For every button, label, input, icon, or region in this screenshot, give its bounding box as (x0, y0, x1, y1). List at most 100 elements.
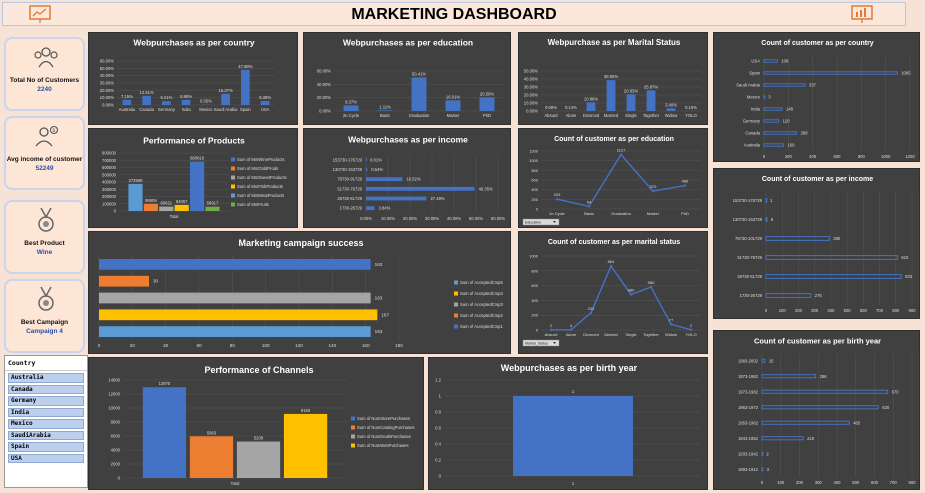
customers-icon (34, 47, 58, 68)
x-tick-label: USA (261, 107, 270, 112)
bar (761, 420, 850, 425)
data-label: 20.93% (624, 88, 638, 93)
bar (236, 441, 281, 478)
chart-title: Count of customer as per education (554, 136, 674, 143)
data-label: 16.01% (446, 94, 460, 99)
y-tick-label: 0.8 (435, 410, 441, 415)
slicer-item-australia[interactable]: Australia (8, 373, 84, 383)
data-label: 480 (628, 287, 635, 292)
chart-performance-channels: Performance of Channels 0 2000 4000 6000 8000… (88, 357, 424, 490)
data-point (651, 189, 655, 193)
bar (761, 451, 764, 456)
legend-swatch (231, 175, 235, 180)
data-label: 3 (768, 95, 771, 100)
x-tick-label: 200 (796, 480, 804, 485)
x-tick-label: 0 (98, 343, 101, 348)
chart-title: Webpurchases as per country (133, 38, 255, 48)
bar (190, 161, 205, 211)
bar (122, 99, 132, 105)
slicer-item-spain[interactable]: Spain (8, 442, 84, 452)
x-tick-label: 400 (827, 308, 835, 313)
kpi-value: 2240 (37, 86, 52, 93)
bar (162, 101, 171, 105)
bar (763, 95, 766, 99)
y-tick-label: 26730-51729 (737, 274, 762, 279)
chart-title: Webpurchases as per birth year (501, 363, 638, 373)
slicer-item-india[interactable]: India (8, 407, 84, 417)
bar (377, 110, 393, 111)
x-tick-label: 0 (765, 308, 768, 313)
data-point (689, 328, 693, 332)
y-tick-label: Canada (745, 131, 760, 136)
bar (765, 274, 902, 279)
x-tick-label: 160 (362, 343, 370, 348)
x-tick-label: 80 (230, 343, 236, 348)
bar (143, 203, 158, 211)
y-tick-label: 40.00% (100, 73, 114, 78)
x-tick-label: 10.00% (381, 216, 395, 221)
data-point (609, 264, 613, 268)
x-tick-label: Together (643, 113, 660, 118)
y-tick-label: 1000 (529, 254, 539, 259)
x-tick-label: 50.00% (469, 216, 483, 221)
data-label: 27.48% (430, 196, 444, 201)
data-point (555, 197, 559, 201)
slicer-item-canada[interactable]: Canada (8, 384, 84, 394)
x-tick-label: 300 (815, 480, 823, 485)
data-label: 620 (882, 405, 890, 410)
slicer-item-usa[interactable]: USA (8, 453, 84, 463)
x-tick-label: Absurd (544, 113, 558, 118)
bar (241, 69, 250, 105)
y-tick-label: 6000 (111, 434, 121, 439)
bar (343, 105, 359, 111)
slicer-item-saudiarabia[interactable]: SaudiArabia (8, 430, 84, 440)
data-label: 2 (550, 323, 553, 328)
y-tick-label: Mexico (747, 95, 761, 100)
chart-performance-products: Performance of Products 0 100000 200000 3000… (88, 128, 298, 228)
data-label: 0.08% (545, 105, 557, 110)
kpi-value: Campaign 4 (26, 328, 63, 335)
x-tick-label: Total (170, 214, 179, 219)
legend-label: Sum of MntWineProducts (237, 157, 284, 162)
legend-label: Sum of AcceptedCmp3 (460, 302, 503, 307)
legend-swatch (231, 202, 235, 207)
x-tick-label: Absurd (545, 332, 558, 337)
x-tick-label: 60.00% (491, 216, 505, 221)
y-tick-label: 8000 (111, 420, 121, 425)
slicer-item-germany[interactable]: Germany (8, 396, 84, 406)
y-tick-label: 60.00% (100, 59, 114, 64)
bar (761, 405, 879, 410)
slicer-item-mexico[interactable]: Mexico (8, 419, 84, 429)
data-label: 12.61% (140, 90, 154, 95)
legend-swatch (454, 313, 458, 318)
bar (586, 102, 596, 111)
country-slicer: Country Australia Canada Germany India M… (4, 355, 88, 488)
x-tick-label: Germany (158, 107, 176, 112)
chart-count-country: Count of customer as per country 0 200 400 6… (713, 32, 920, 162)
y-tick-label: 0 (439, 474, 442, 479)
x-tick-label: PhD (483, 113, 491, 118)
chart-campaign-success: Marketing campaign success 0 20 40 60 80 100 12… (88, 231, 511, 354)
legend-swatch (351, 443, 355, 448)
bar (666, 108, 676, 111)
data-label: 84057 (176, 199, 188, 204)
y-tick-label: 130730-153729 (733, 217, 763, 222)
bar (366, 177, 403, 182)
x-tick-label: 20.00% (403, 216, 417, 221)
data-label: 670 (892, 389, 900, 394)
data-label: 163 (375, 329, 383, 334)
y-tick-label: 30.00% (524, 85, 538, 90)
y-tick-label: 700000 (102, 158, 117, 163)
legend-label: Sum of AcceptedCmp2 (460, 313, 503, 318)
x-tick-label: India (182, 107, 192, 112)
data-label: 1127 (617, 148, 626, 153)
y-tick-label: 0 (536, 328, 539, 333)
data-label: 680816 (190, 156, 205, 161)
x-tick-label: 40 (163, 343, 169, 348)
x-tick-label: 60 (196, 343, 202, 348)
y-tick-label: 1730-26729 (740, 293, 763, 298)
data-label: 77 (669, 317, 674, 322)
chart-title: Performance of Products (143, 136, 245, 146)
slicer-title: Country (5, 356, 87, 371)
y-tick-label: USA (751, 59, 760, 64)
